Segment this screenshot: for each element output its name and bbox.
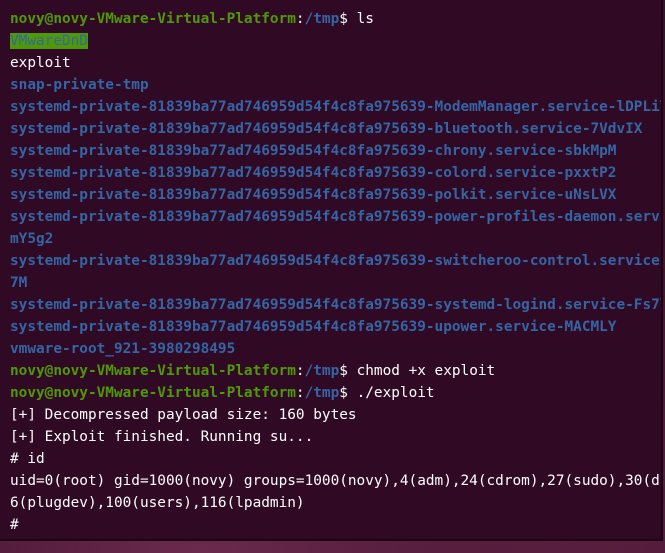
ls-entry-dir-wrap: 7M — [10, 275, 28, 291]
ls-entry-dir: systemd-private-81839ba77ad746959d54f4c8… — [10, 253, 663, 269]
prompt-user-host: novy@novy-VMware-Virtual-Platform — [10, 385, 296, 401]
root-prompt-cursor-line[interactable]: # — [10, 514, 661, 536]
prompt-separator: : — [295, 11, 305, 27]
prompt-line-run: novy@novy-VMware-Virtual-Platform:/tmp$ … — [10, 382, 661, 404]
ls-entry-dir: systemd-private-81839ba77ad746959d54f4c8… — [10, 121, 643, 137]
prompt-path: /tmp — [304, 363, 340, 379]
ls-entry-dir: systemd-private-81839ba77ad746959d54f4c8… — [10, 143, 617, 159]
ls-entry-dir: systemd-private-81839ba77ad746959d54f4c8… — [10, 297, 663, 313]
prompt-line-ls: novy@novy-VMware-Virtual-Platform:/tmp$ … — [10, 8, 661, 30]
prompt-line-chmod: novy@novy-VMware-Virtual-Platform:/tmp$ … — [10, 360, 661, 382]
output-line-wrap: 6(plugdev),100(users),116(lpadmin) — [10, 495, 305, 511]
prompt-user-host: novy@novy-VMware-Virtual-Platform — [10, 363, 296, 379]
prompt-separator: : — [295, 363, 305, 379]
prompt-user-host: novy@novy-VMware-Virtual-Platform — [10, 11, 296, 27]
sticky-dir-entry: VMwareDnD — [10, 33, 88, 49]
ls-entry-dir-wrap: mY5g2 — [10, 231, 54, 247]
ls-entry-file: exploit — [10, 55, 71, 71]
ls-entry-dir: vmware-root_921-3980298495 — [10, 341, 236, 357]
root-prompt-line: # id — [10, 451, 45, 467]
prompt-symbol: $ — [339, 385, 348, 401]
output-line: [+] Exploit finished. Running su... — [10, 429, 314, 445]
command-text: ./exploit — [347, 385, 435, 401]
prompt-path: /tmp — [304, 11, 340, 27]
prompt-symbol: $ — [339, 363, 348, 379]
prompt-path: /tmp — [304, 385, 340, 401]
command-text: ls — [347, 11, 374, 27]
prompt-separator: : — [295, 385, 305, 401]
ls-entry-dir: systemd-private-81839ba77ad746959d54f4c8… — [10, 99, 663, 115]
ls-entry-dir: systemd-private-81839ba77ad746959d54f4c8… — [10, 209, 663, 225]
ls-entry-dir: snap-private-tmp — [10, 77, 149, 93]
command-text: chmod +x exploit — [347, 363, 496, 379]
ls-entry-highlighted: VMwareDnD — [10, 30, 661, 52]
output-line: uid=0(root) gid=1000(novy) groups=1000(n… — [10, 473, 663, 489]
output-line: [+] Decompressed payload size: 160 bytes — [10, 407, 357, 423]
terminal-window[interactable]: novy@novy-VMware-Virtual-Platform:/tmp$ … — [0, 0, 663, 541]
ls-entry-dir: systemd-private-81839ba77ad746959d54f4c8… — [10, 319, 617, 335]
ls-entry-dir: systemd-private-81839ba77ad746959d54f4c8… — [10, 165, 617, 181]
ls-entry-dir: systemd-private-81839ba77ad746959d54f4c8… — [10, 187, 617, 203]
prompt-symbol: $ — [339, 11, 348, 27]
